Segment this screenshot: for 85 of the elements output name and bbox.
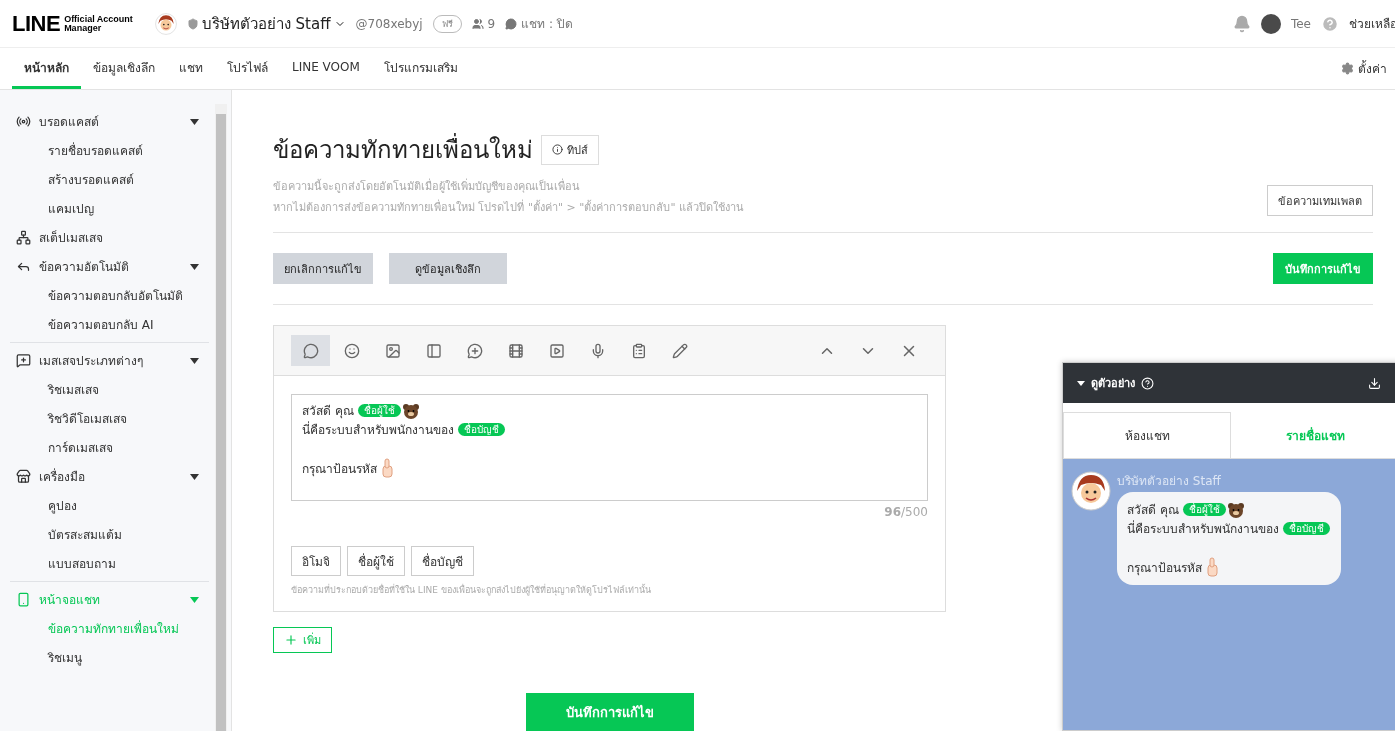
nav-tab[interactable]: โปรแกรมเสริม <box>371 48 470 89</box>
sidebar-item[interactable]: ริชวิดีโอเมสเสจ <box>10 404 209 433</box>
store-icon <box>16 469 31 484</box>
cartoon-avatar-icon <box>1071 471 1111 511</box>
variable-tag: ชื่อผู้ใช้ <box>1182 503 1226 516</box>
sidebar-item[interactable]: ริชเมนู <box>10 643 209 672</box>
caret-icon <box>190 473 199 480</box>
sidebar-section[interactable]: บรอดแคสต์ <box>10 107 209 136</box>
message-text: นี่คือระบบสำหรับพนักงานของ <box>1127 519 1280 538</box>
nav-tab[interactable]: ข้อมูลเชิงลึก <box>81 48 167 89</box>
thumbs-up-icon <box>1205 557 1218 577</box>
logo-wordmark: LINE <box>12 10 61 37</box>
message-input[interactable]: สวัสดี คุณ ชื่อผู้ใช้ นี่คือระบบสำหรับพนักงานของ ชื่อบัญชี กรุณาป้อนรหัส <box>291 394 928 501</box>
nav-tab[interactable]: โปรไฟล์ <box>215 48 280 89</box>
sender-name: บริษัทตัวอย่าง Staff <box>1117 473 1222 490</box>
message-text: สวัสดี คุณ <box>302 403 355 420</box>
speech-bubble-icon[interactable] <box>291 335 330 366</box>
description-text: ข้อความนี้จะถูกส่งโดยอัตโนมัติเมื่อผู้ใช้เพิ่มบัญชีของคุณเป็นเพื่อน <box>273 177 581 195</box>
cancel-button[interactable]: ยกเลิกการแก้ไข <box>273 253 373 284</box>
preview-title: ดูตัวอย่าง <box>1091 376 1135 392</box>
caret-icon <box>190 263 199 270</box>
caret-icon <box>190 357 199 364</box>
tips-button[interactable]: ทิปส์ <box>541 134 599 165</box>
sidebar-item[interactable]: แบบสอบถาม <box>10 549 209 578</box>
account-id: @708xebyj <box>355 16 423 31</box>
sidebar-section[interactable]: เมสเสจประเภทต่างๆ <box>10 346 209 375</box>
logo-subtitle: Official Account Manager <box>64 14 133 33</box>
user-name[interactable]: Tee <box>1290 16 1311 31</box>
variable-tag: ชื่อผู้ใช้ <box>357 404 401 417</box>
user-avatar[interactable] <box>1260 13 1281 34</box>
note-text: ข้อความที่ประกอบด้วยชื่อที่ใช้ใน LINE ของเพื่อนจะถูกส่งไปยังผู้ใช้ที่อนุญาตให้ดูโปรไฟล์เท่านั้น <box>291 583 652 597</box>
people-icon <box>471 17 484 30</box>
sidebar-item[interactable]: ข้อความตอบกลับอัตโนมัติ <box>10 281 209 310</box>
sidebar-item[interactable]: สร้างบรอดแคสต์ <box>10 165 209 194</box>
insight-button[interactable]: ดูข้อมูลเชิงลึก <box>389 253 507 284</box>
character-count: 96/500 <box>884 504 928 519</box>
description-text: หากไม่ต้องการส่งข้อความทักทายเพื่อนใหม่ โปรดไปที่ "ตั้งค่า" > "ตั้งค่าการตอบกลับ" แล้วปิดใช้งาน <box>273 198 744 216</box>
variable-tag: ชื่อบัญชี <box>457 423 505 436</box>
settings-icon <box>1341 62 1354 75</box>
info-icon <box>552 144 563 155</box>
sidebar-item[interactable]: รายชื่อบรอดแคสต์ <box>10 136 209 165</box>
bear-sticker-icon <box>401 402 420 419</box>
sidebar-item[interactable]: บัตรสะสมแต้ม <box>10 520 209 549</box>
bear-sticker-icon <box>1226 501 1245 518</box>
template-button[interactable]: ข้อความเทมเพลต <box>1267 185 1373 216</box>
message-text: นี่คือระบบสำหรับพนักงานของ <box>302 420 455 439</box>
phone-chat-icon <box>16 592 31 607</box>
scrollbar[interactable] <box>215 104 227 731</box>
caret-icon[interactable] <box>1077 380 1085 386</box>
sidebar-item[interactable]: ข้อความตอบกลับ AI <box>10 310 209 339</box>
caret-icon <box>190 596 199 603</box>
cartoon-avatar-icon <box>154 12 177 35</box>
sidebar-section[interactable]: เครื่องมือ <box>10 462 209 491</box>
insert-button[interactable]: ชื่อบัญชี <box>411 546 474 576</box>
sidebar-item[interactable]: แคมเปญ <box>10 194 209 223</box>
page-title: ข้อความทักทายเพื่อนใหม่ <box>273 130 533 169</box>
insert-button[interactable]: ชื่อผู้ใช้ <box>347 546 405 576</box>
sidebar-item[interactable]: คูปอง <box>10 491 209 520</box>
thumbs-up-icon <box>380 458 393 478</box>
notification-icon[interactable] <box>1232 14 1251 33</box>
shield-icon <box>186 17 199 30</box>
sidebar-section[interactable]: ข้อความอัตโนมัติ <box>10 252 209 281</box>
broadcast-icon <box>16 114 31 129</box>
message-text: กรุณาป้อนรหัส <box>302 460 378 478</box>
plus-icon <box>284 633 298 647</box>
variable-tag: ชื่อบัญชี <box>1282 522 1330 535</box>
sidebar-section[interactable]: สเต็ปเมสเสจ <box>10 223 209 252</box>
sidebar-item[interactable]: การ์ดเมสเสจ <box>10 433 209 462</box>
nav-tab[interactable]: แชท <box>167 48 215 89</box>
download-icon[interactable] <box>1368 376 1381 390</box>
message-text: กรุณาป้อนรหัส <box>1127 559 1203 577</box>
chat-status: แชท : ปิด <box>505 14 573 33</box>
account-name[interactable]: บริษัทตัวอย่าง Staff <box>186 11 346 36</box>
insert-button[interactable]: อิโมจิ <box>291 546 341 576</box>
help-icon[interactable] <box>1141 376 1154 390</box>
network-icon <box>16 230 31 245</box>
preview-tab[interactable]: ห้องแชท <box>1063 412 1231 458</box>
message-text: สวัสดี คุณ <box>1127 502 1180 519</box>
message-plus-icon <box>16 353 31 368</box>
nav-tab[interactable]: LINE VOOM <box>280 48 372 89</box>
settings-link[interactable]: ตั้งค่า <box>1341 48 1387 89</box>
friends-count: 9 <box>471 16 496 31</box>
chat-bubble-icon <box>505 17 518 30</box>
sidebar-item[interactable]: ริชเมสเสจ <box>10 375 209 404</box>
caret-icon <box>190 118 199 125</box>
